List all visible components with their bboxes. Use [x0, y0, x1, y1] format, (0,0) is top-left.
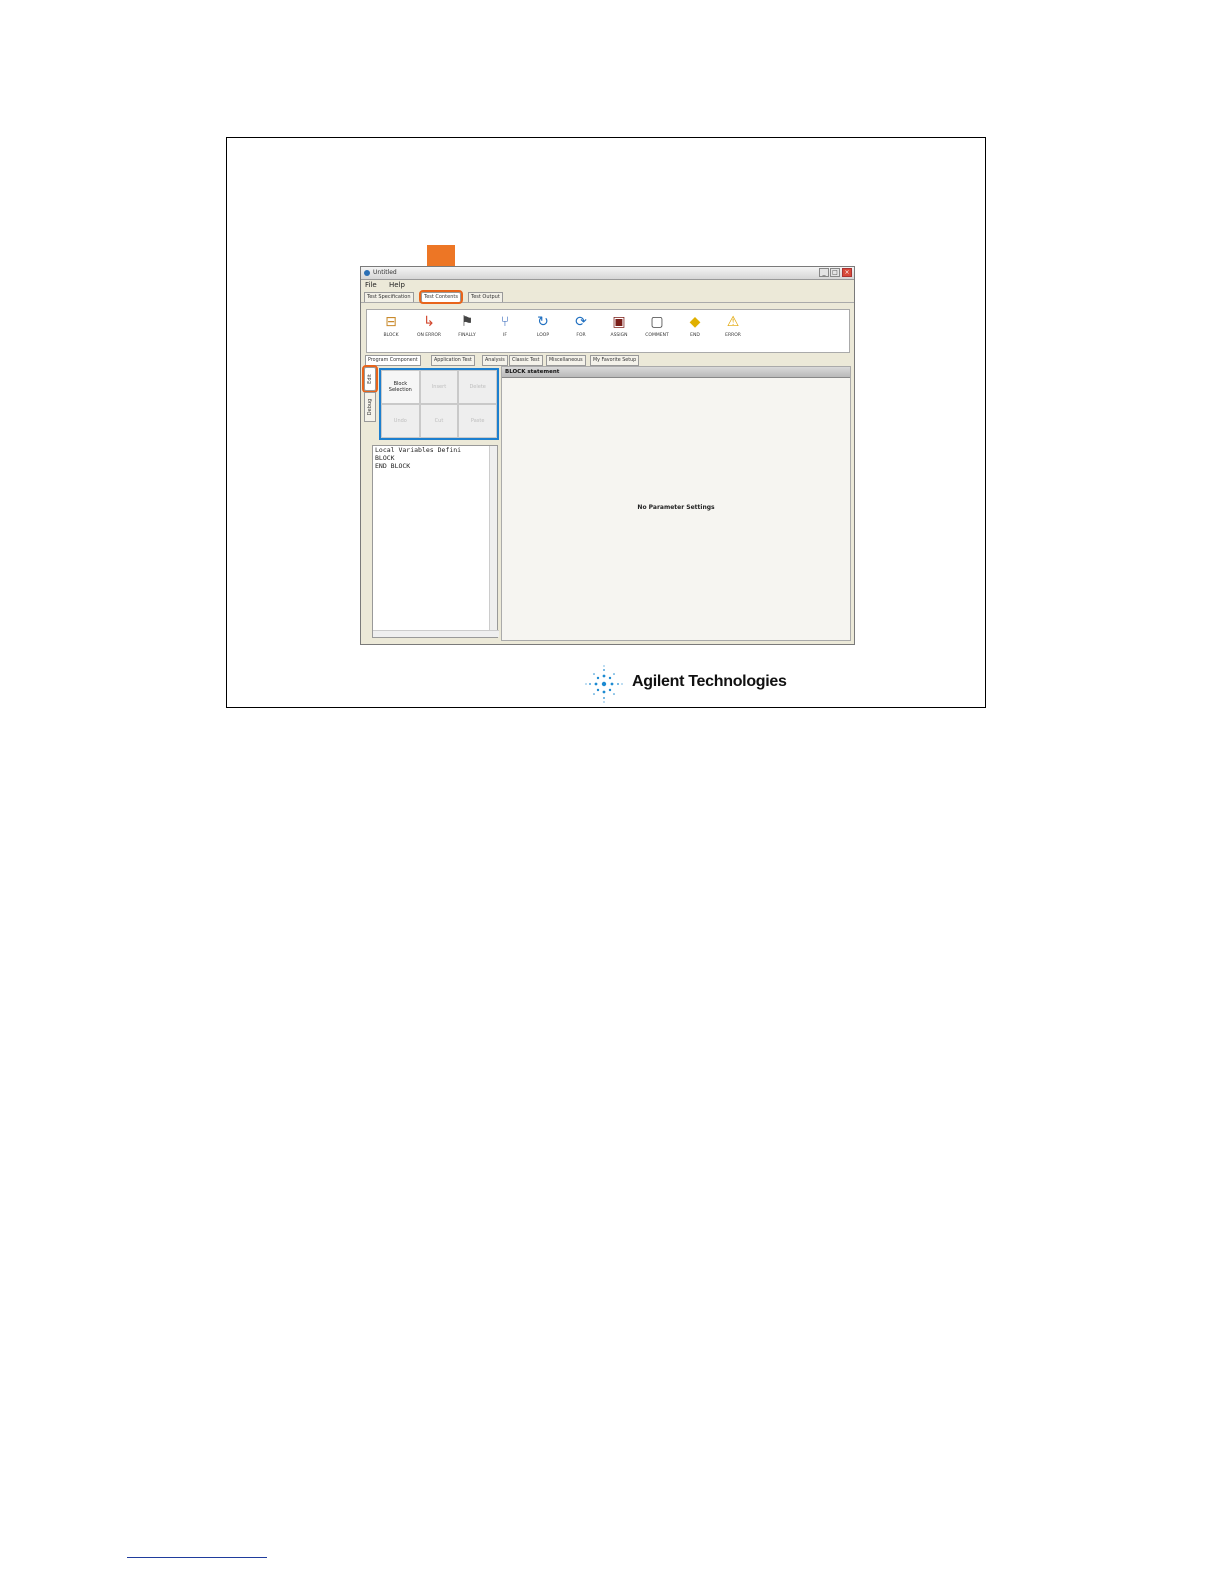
app-window: Untitled _ □ × File Help Test Specificat…: [360, 266, 855, 645]
parameter-panel-header: BLOCK statement: [502, 367, 850, 378]
undo-button[interactable]: Undo: [381, 404, 420, 438]
checkered-flag-icon: ⚑: [460, 314, 474, 330]
insert-button[interactable]: Insert: [419, 370, 459, 404]
parameter-panel: BLOCK statement No Parameter Settings: [501, 366, 851, 641]
menu-bar: File Help: [361, 280, 854, 290]
company-name: Agilent Technologies: [632, 673, 787, 690]
code-line[interactable]: BLOCK: [373, 454, 497, 462]
block-icon: ⊟: [385, 314, 397, 330]
vertical-scrollbar[interactable]: [489, 446, 497, 631]
parameter-message: No Parameter Settings: [637, 504, 715, 511]
assign-icon: ▣: [612, 314, 626, 330]
loop-icon: ↻: [537, 314, 549, 330]
menu-file[interactable]: File: [365, 281, 377, 289]
maximize-button[interactable]: □: [830, 268, 840, 277]
footnote-rule: [127, 1557, 267, 1558]
tool-for[interactable]: ⟳ FOR: [563, 314, 599, 338]
code-line[interactable]: Local Variables Defini: [373, 446, 497, 454]
tab-edit[interactable]: Edit: [362, 365, 378, 393]
tab-test-specification[interactable]: Test Specification: [364, 292, 414, 302]
tool-end[interactable]: ◆ END: [677, 314, 713, 338]
tab-my-favorite-setup[interactable]: My Favorite Setup: [590, 355, 640, 366]
on-error-icon: ↳: [423, 314, 435, 330]
tab-classic-test[interactable]: Classic Test: [509, 355, 543, 366]
tool-finally[interactable]: ⚑ FINALLY: [449, 314, 485, 338]
warning-icon: ⚠: [726, 314, 740, 330]
tool-on-error[interactable]: ↳ ON ERROR: [411, 314, 447, 338]
code-line[interactable]: END BLOCK: [373, 462, 497, 470]
tool-comment[interactable]: ▢ COMMENT: [639, 314, 675, 338]
horizontal-scrollbar[interactable]: [373, 630, 499, 637]
window-title: Untitled: [373, 269, 397, 276]
tool-loop[interactable]: ↻ LOOP: [525, 314, 561, 338]
statement-toolbar: ⊟ BLOCK ↳ ON ERROR ⚑ FINALLY ⑂ IF ↻ LOOP…: [366, 309, 850, 353]
tool-assign[interactable]: ▣ ASSIGN: [601, 314, 637, 338]
minimize-button[interactable]: _: [819, 268, 829, 277]
edit-button-grid: Block Selection Insert Delete Undo Cut P…: [379, 368, 499, 440]
tab-application-test[interactable]: Application Test: [431, 355, 475, 366]
title-bar: Untitled _ □ ×: [361, 267, 854, 280]
delete-button[interactable]: Delete: [458, 370, 497, 404]
branch-icon: ⑂: [500, 314, 510, 330]
agilent-spark-logo: [585, 665, 623, 703]
paste-button[interactable]: Paste: [458, 404, 497, 438]
tool-if[interactable]: ⑂ IF: [487, 314, 523, 338]
component-tabs: Program Component Application Test Analy…: [365, 355, 851, 366]
for-icon: ⟳: [575, 314, 587, 330]
tab-test-output[interactable]: Test Output: [468, 292, 503, 302]
tab-program-component[interactable]: Program Component: [365, 355, 421, 366]
comment-icon: ▢: [650, 314, 664, 330]
tab-analysis[interactable]: Analysis: [482, 355, 508, 366]
close-button[interactable]: ×: [842, 268, 852, 277]
tab-debug[interactable]: Debug: [364, 392, 376, 422]
tab-test-contents[interactable]: Test Contents: [419, 290, 463, 304]
program-tree[interactable]: Local Variables Defini BLOCK END BLOCK: [372, 445, 499, 638]
tab-miscellaneous[interactable]: Miscellaneous: [546, 355, 586, 366]
tool-error[interactable]: ⚠ ERROR: [715, 314, 751, 338]
app-icon: [364, 270, 370, 276]
end-sign-icon: ◆: [689, 314, 701, 330]
main-tabs: Test Specification Test Contents Test Ou…: [361, 290, 854, 304]
block-selection-button[interactable]: Block Selection: [381, 370, 420, 404]
tool-block[interactable]: ⊟ BLOCK: [373, 314, 409, 338]
menu-help[interactable]: Help: [389, 281, 405, 289]
cut-button[interactable]: Cut: [419, 404, 459, 438]
